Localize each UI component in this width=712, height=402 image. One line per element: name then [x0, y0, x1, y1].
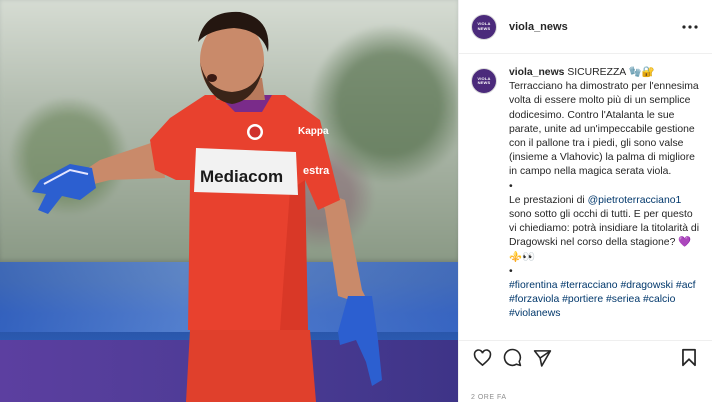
caption-username-link[interactable]: viola_news	[509, 67, 564, 78]
post-caption: VIOLA NEWS viola_news SICUREZZA 🧤🔐 Terra…	[471, 66, 702, 322]
caption-bullet-2: •	[509, 265, 513, 277]
username-link[interactable]: viola_news	[509, 21, 568, 33]
avatar-text-line2: NEWS	[477, 25, 491, 31]
mention-link[interactable]: @pietroterracciano1	[588, 195, 682, 206]
caption-title: SICUREZZA 🧤🔐	[567, 67, 655, 78]
caption-paragraph-1: Terracciano ha dimostrato per l'ennesima…	[509, 81, 699, 178]
caption-paragraph-2-end: sono sotto gli occhi di tutti. E per que…	[509, 209, 700, 249]
hashtags-links[interactable]: #fiorentina #terracciano #dragowski #acf…	[509, 279, 699, 322]
brand-logo: Kappa	[298, 126, 329, 137]
post-timestamp: 2 ORE FA	[471, 394, 507, 401]
caption-avatar[interactable]: VIOLA NEWS	[471, 68, 497, 94]
caption-text: viola_news SICUREZZA 🧤🔐 Terracciano ha d…	[509, 66, 699, 322]
more-options-icon[interactable]	[680, 17, 700, 37]
avatar-text-line2: NEWS	[477, 80, 491, 85]
caption-paragraph-2-start: Le prestazioni di	[509, 194, 588, 206]
sponsor-logo: Mediacom	[200, 167, 283, 186]
share-icon[interactable]	[531, 347, 553, 369]
heart-icon[interactable]	[471, 347, 493, 369]
goalkeeper-illustration: Mediacom Kappa estra	[32, 11, 382, 402]
post-actions-bar	[459, 340, 712, 374]
avatar[interactable]: VIOLA NEWS	[471, 13, 497, 40]
bookmark-icon[interactable]	[678, 347, 700, 369]
post-header: VIOLA NEWS viola_news	[459, 0, 712, 54]
post-photo[interactable]: Mediacom Kappa estra	[0, 0, 458, 402]
post-side-panel: VIOLA NEWS viola_news VIOLA NEWS viola_n…	[458, 0, 712, 402]
sponsor2-logo: estra	[303, 165, 330, 177]
caption-bullet-1: •	[509, 180, 513, 192]
comment-icon[interactable]	[501, 347, 523, 369]
